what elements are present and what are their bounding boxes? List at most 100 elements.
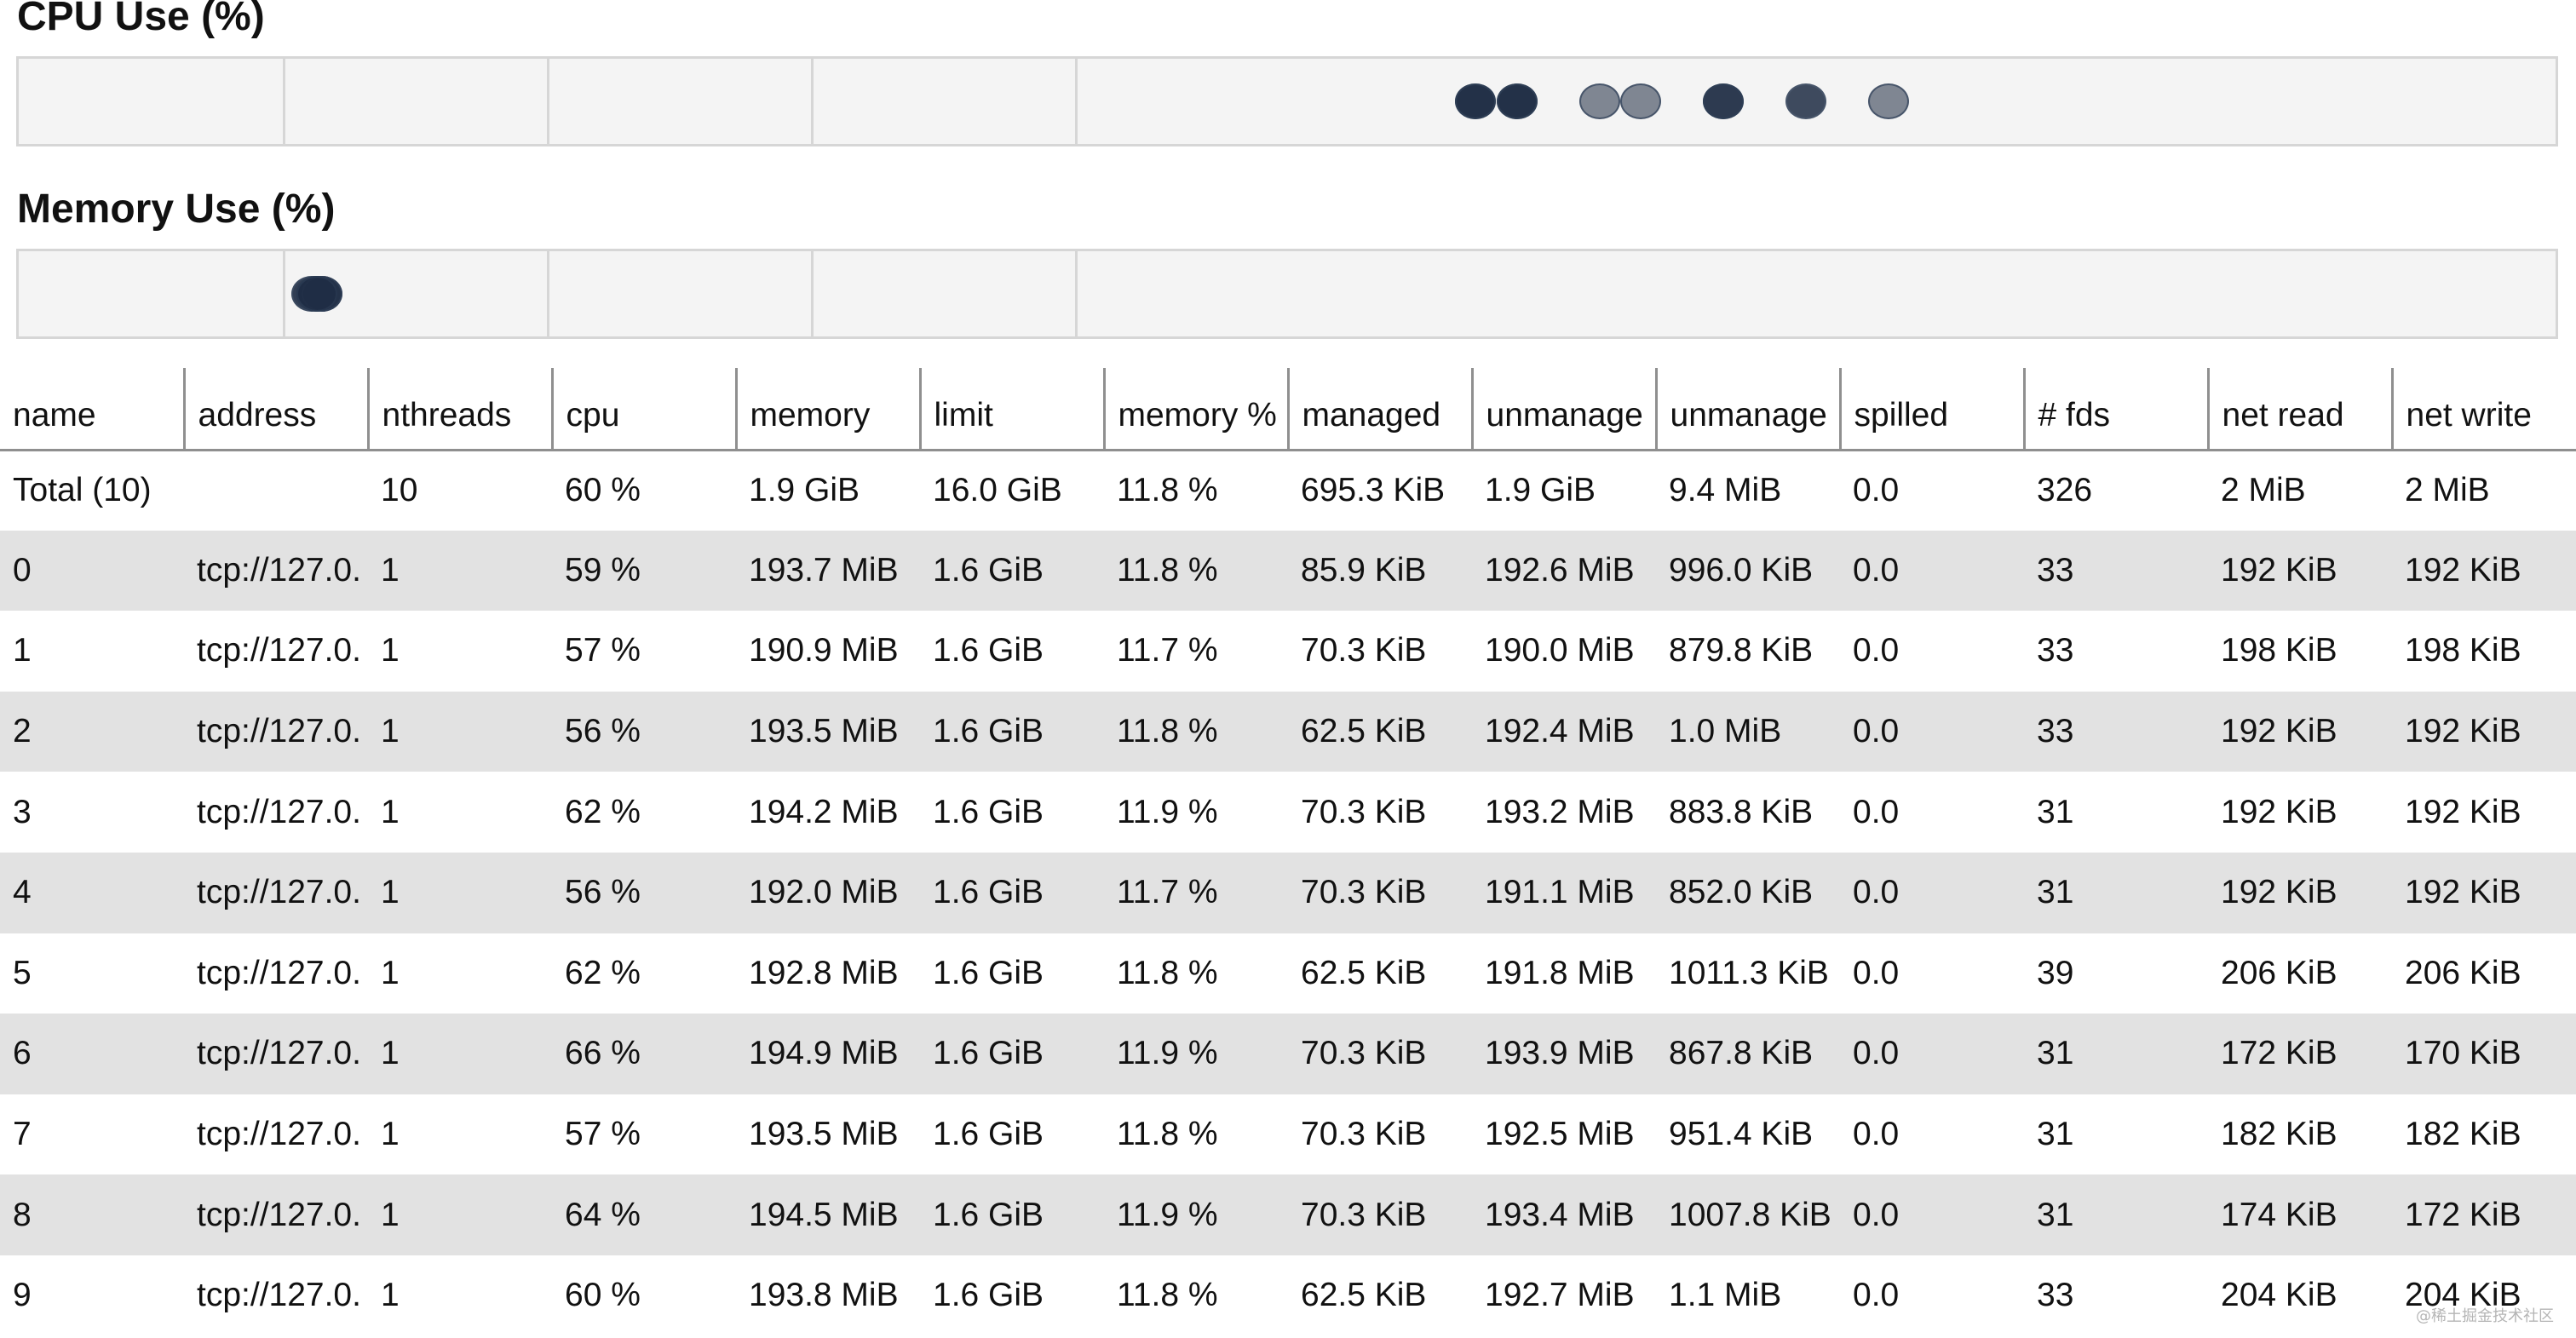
- table-cell: 1.1 MiB: [1669, 1277, 1782, 1314]
- table-cell: 1011.3 KiB: [1669, 954, 1829, 991]
- column-header[interactable]: memory %: [1102, 368, 1288, 451]
- table-cell: 60 %: [565, 1277, 641, 1314]
- column-header[interactable]: net write: [2390, 368, 2576, 451]
- table-cell: 33: [2037, 632, 2074, 669]
- table-cell: 1.9 GiB: [749, 472, 860, 509]
- table-row[interactable]: 1 tcp://127.0. 1 57 % 190.9 MiB 1.6 GiB 11.7 %…: [0, 611, 2576, 692]
- table-cell: 1.6 GiB: [933, 793, 1044, 830]
- column-header[interactable]: spilled: [1838, 368, 2024, 451]
- table-cell: 64 %: [552, 1174, 736, 1255]
- table-cell: 11.7 %: [1104, 852, 1288, 933]
- memory-worker-dot[interactable]: [296, 276, 337, 312]
- table-cell: 1: [368, 691, 552, 772]
- column-header[interactable]: net read: [2206, 368, 2392, 451]
- plot-gridline: [547, 251, 549, 336]
- table-cell: 70.3 KiB: [1288, 1174, 1472, 1255]
- column-header[interactable]: unmanage: [1470, 368, 1656, 451]
- table-cell: 4: [0, 852, 184, 933]
- memory-use-title: Memory Use (%): [17, 187, 336, 232]
- column-header[interactable]: unmanage: [1654, 368, 1840, 451]
- table-row[interactable]: 6 tcp://127.0. 1 66 % 194.9 MiB 1.6 GiB 11.9 %…: [0, 1014, 2576, 1094]
- table-cell: 2 MiB: [2221, 472, 2306, 509]
- table-cell: 11.7 %: [1117, 632, 1218, 669]
- total-row[interactable]: Total (10) 10 60 % 1.9 GiB 16.0 GiB 11.8 % 695…: [0, 450, 2576, 531]
- table-cell: 879.8 KiB: [1669, 632, 1814, 669]
- table-cell: tcp://127.0.: [184, 691, 368, 772]
- table-cell: 194.2 MiB: [749, 793, 899, 830]
- table-cell: 16.0 GiB: [933, 472, 1062, 509]
- table-cell: 190.0 MiB: [1485, 632, 1635, 669]
- workers-table: name address nthreads cpu memory limit memory …: [0, 368, 2576, 1336]
- table-cell: 33: [2024, 530, 2208, 612]
- table-cell: 9: [13, 1277, 32, 1314]
- table-row[interactable]: 9 tcp://127.0. 1 60 % 193.8 MiB 1.6 GiB 11.8 %…: [0, 1255, 2576, 1336]
- table-cell: Total (10): [13, 472, 152, 509]
- table-cell: 326: [2037, 472, 2093, 509]
- table-cell: 11.9 %: [1104, 1174, 1288, 1255]
- table-cell: tcp://127.0.: [197, 1116, 361, 1153]
- table-cell: tcp://127.0.: [197, 793, 361, 830]
- cpu-worker-dot[interactable]: [1496, 83, 1538, 119]
- table-cell: 5: [13, 954, 32, 991]
- cpu-use-title: CPU Use (%): [17, 0, 265, 39]
- table-row[interactable]: 4 tcp://127.0. 1 56 % 192.0 MiB 1.6 GiB 11.7 %…: [0, 852, 2576, 933]
- cpu-worker-dot[interactable]: [1868, 83, 1909, 119]
- table-cell: 1.6 GiB: [933, 632, 1044, 669]
- table-cell: 11.8 %: [1117, 954, 1218, 991]
- table-row[interactable]: 5 tcp://127.0. 1 62 % 192.8 MiB 1.6 GiB 11.8 %…: [0, 933, 2576, 1014]
- table-cell: 172 KiB: [2392, 1174, 2576, 1255]
- table-row[interactable]: 7 tcp://127.0. 1 57 % 193.5 MiB 1.6 GiB 11.8 %…: [0, 1094, 2576, 1175]
- table-cell: 85.9 KiB: [1288, 530, 1472, 612]
- table-cell: 31: [2024, 1174, 2208, 1255]
- table-cell: 192 KiB: [2392, 530, 2576, 612]
- table-cell: 0.0: [1853, 1116, 1900, 1153]
- table-cell: 193.5 MiB: [736, 691, 920, 772]
- table-cell: 206 KiB: [2221, 954, 2337, 991]
- table-cell: 57 %: [565, 1116, 641, 1153]
- table-cell: 192.0 MiB: [736, 852, 920, 933]
- table-cell: 39: [2037, 954, 2074, 991]
- table-cell: 951.4 KiB: [1669, 1116, 1814, 1153]
- table-row[interactable]: 8 tcp://127.0. 1 64 % 194.5 MiB 1.6 GiB 11.9 %…: [0, 1174, 2576, 1255]
- column-header[interactable]: name: [0, 368, 184, 451]
- cpu-use-strip-plot[interactable]: [16, 56, 2558, 146]
- cpu-worker-dot[interactable]: [1785, 83, 1826, 119]
- memory-use-strip-plot[interactable]: [16, 249, 2558, 339]
- table-cell: 1: [381, 632, 400, 669]
- table-cell: 192.4 MiB: [1472, 691, 1656, 772]
- table-cell: 194.9 MiB: [736, 1014, 920, 1094]
- table-cell: 182 KiB: [2221, 1116, 2337, 1153]
- cpu-worker-dot[interactable]: [1620, 83, 1661, 119]
- column-header[interactable]: managed: [1286, 368, 1472, 451]
- table-row[interactable]: 3 tcp://127.0. 1 62 % 194.2 MiB 1.6 GiB 11.9 %…: [0, 772, 2576, 853]
- column-header[interactable]: nthreads: [366, 368, 552, 451]
- table-cell: tcp://127.0.: [184, 530, 368, 612]
- table-cell: 1.6 GiB: [920, 852, 1104, 933]
- table-cell: 192 KiB: [2221, 793, 2337, 830]
- table-cell: 191.1 MiB: [1472, 852, 1656, 933]
- table-header-row: name address nthreads cpu memory limit memory …: [0, 368, 2576, 451]
- column-header[interactable]: address: [182, 368, 368, 451]
- table-cell: 31: [2024, 852, 2208, 933]
- column-header[interactable]: # fds: [2022, 368, 2208, 451]
- table-cell: 695.3 KiB: [1301, 472, 1446, 509]
- table-cell: 1: [368, 1014, 552, 1094]
- column-header[interactable]: cpu: [550, 368, 736, 451]
- table-cell: 62.5 KiB: [1301, 1277, 1427, 1314]
- table-cell: 1: [381, 954, 400, 991]
- table-cell: 0.0: [1840, 691, 2024, 772]
- table-cell: 62 %: [565, 954, 641, 991]
- table-cell: 1: [381, 1277, 400, 1314]
- plot-gridline: [283, 251, 285, 336]
- table-cell: 174 KiB: [2208, 1174, 2392, 1255]
- cpu-worker-dot[interactable]: [1578, 83, 1620, 119]
- column-header[interactable]: limit: [918, 368, 1104, 451]
- table-row[interactable]: 0 tcp://127.0. 1 59 % 193.7 MiB 1.6 GiB 11.8 %…: [0, 530, 2576, 612]
- cpu-worker-dot[interactable]: [1703, 83, 1744, 119]
- table-cell: 10: [381, 472, 418, 509]
- column-header[interactable]: memory: [734, 368, 920, 451]
- table-cell: 11.8 %: [1117, 1116, 1218, 1153]
- table-row[interactable]: 2 tcp://127.0. 1 56 % 193.5 MiB 1.6 GiB 11.8 %…: [0, 691, 2576, 772]
- cpu-worker-dot[interactable]: [1455, 83, 1496, 119]
- table-cell: 198 KiB: [2405, 632, 2521, 669]
